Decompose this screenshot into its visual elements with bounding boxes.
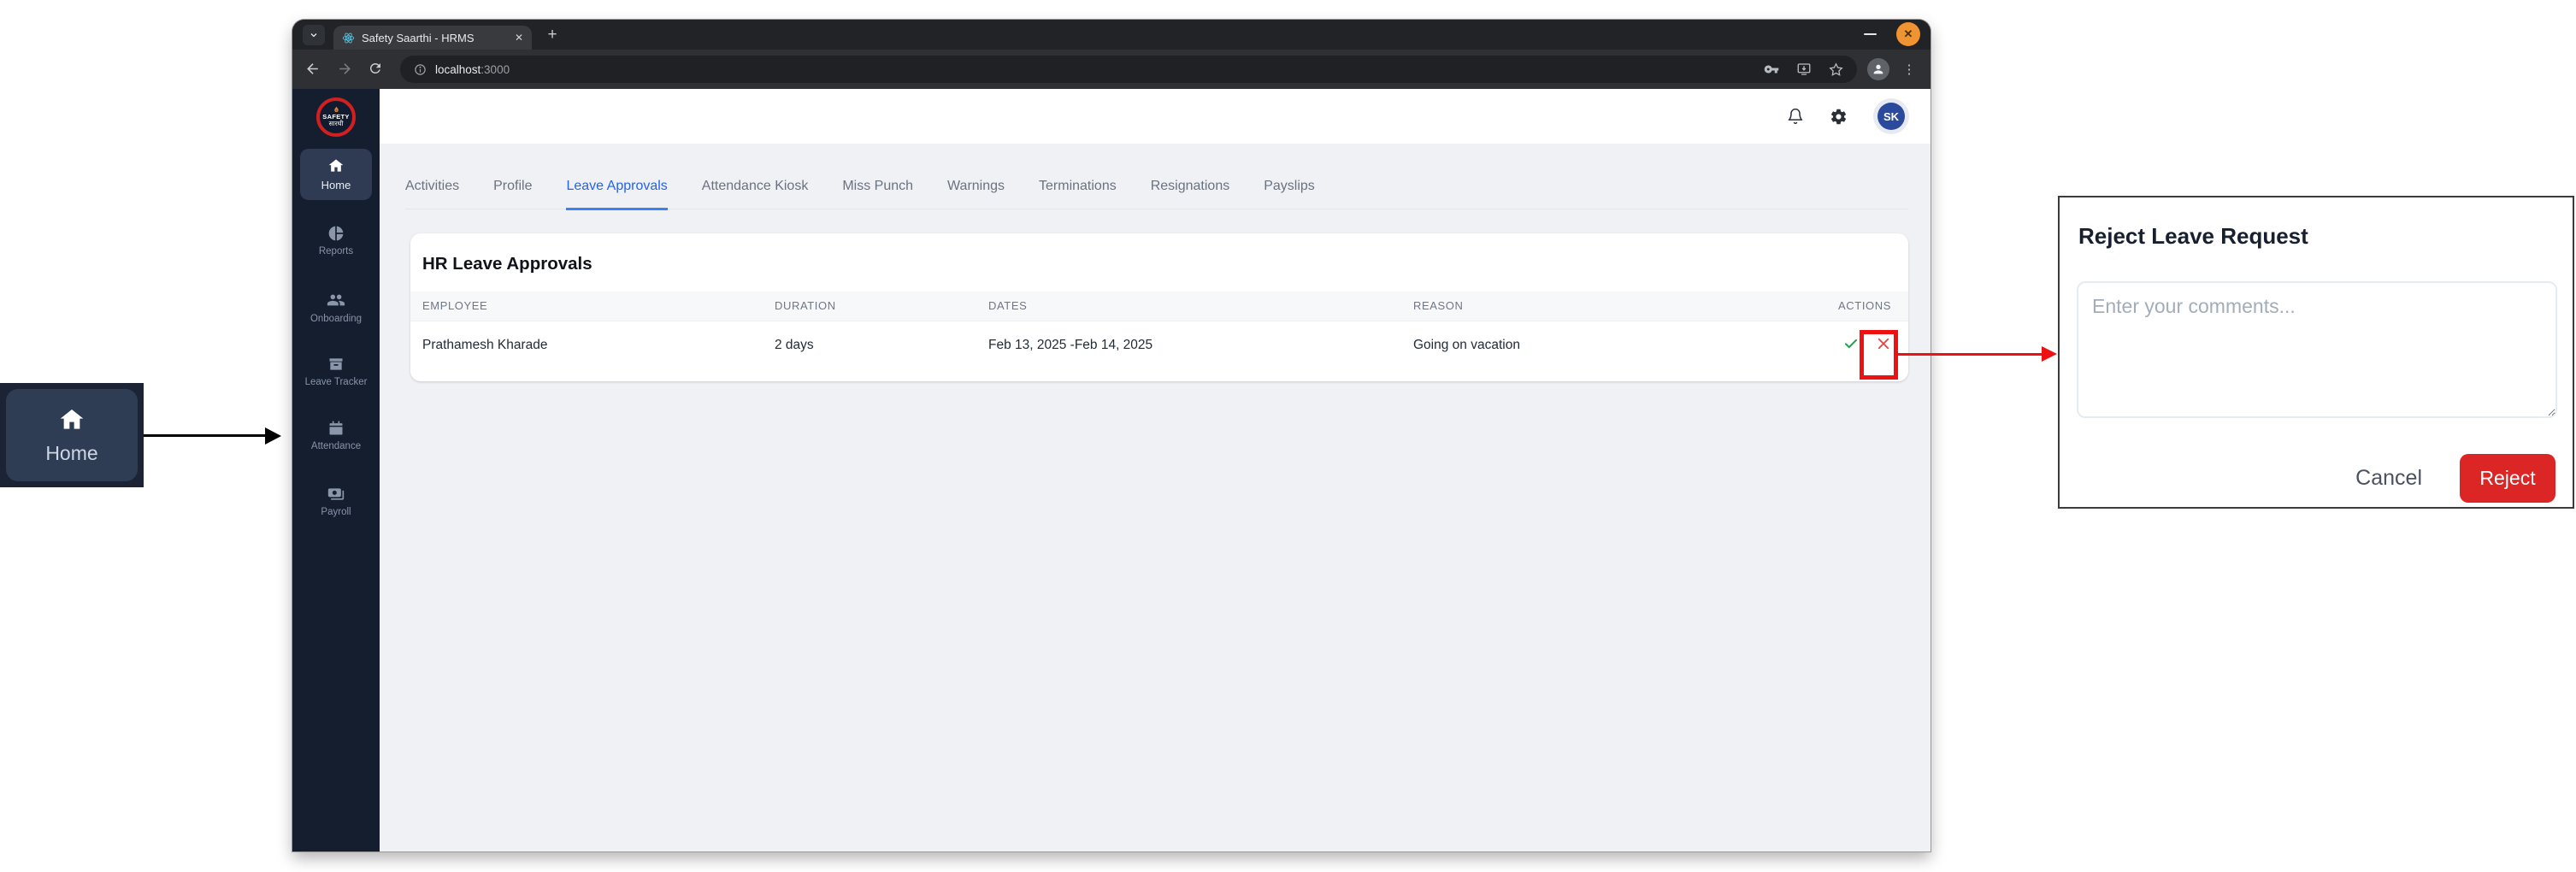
sidebar-item-home[interactable]: Home: [300, 149, 372, 200]
bookmark-star-icon[interactable]: [1829, 62, 1843, 77]
app-root: SAFETY सारथी Home Reports Onboarding: [292, 89, 1931, 851]
chevron-down-icon: [309, 30, 319, 40]
people-icon: [327, 291, 345, 309]
window-close-button[interactable]: ✕: [1896, 22, 1920, 46]
column-header-actions: ACTIONS: [1813, 292, 1908, 321]
sidebar-item-payroll[interactable]: Payroll: [292, 486, 380, 517]
gear-icon[interactable]: [1830, 108, 1848, 126]
tab-title: Safety Saarthi - HRMS: [362, 32, 508, 44]
forward-icon[interactable]: [337, 61, 353, 77]
sidebar-item-reports[interactable]: Reports: [292, 225, 380, 256]
site-info-icon[interactable]: [414, 63, 427, 76]
column-header-dates: DATES: [988, 292, 1413, 321]
sidebar-item-onboarding[interactable]: Onboarding: [292, 291, 380, 324]
logo-text-line2: सारथी: [329, 121, 344, 128]
cell-reason: Going on vacation: [1413, 321, 1813, 370]
avatar-initials: SK: [1877, 103, 1905, 130]
tab-attendance-kiosk[interactable]: Attendance Kiosk: [702, 178, 809, 209]
window-minimize-button[interactable]: [1864, 33, 1877, 35]
sidebar: SAFETY सारथी Home Reports Onboarding: [292, 89, 380, 851]
home-callout-box: Home: [6, 389, 138, 481]
cancel-button[interactable]: Cancel: [2355, 466, 2422, 491]
back-icon[interactable]: [304, 61, 321, 77]
dialog-footer: Cancel Reject: [2355, 454, 2555, 503]
calendar-icon: [327, 420, 345, 437]
browser-menu-kebab-icon[interactable]: ⋮: [1902, 58, 1916, 80]
column-header-duration: DURATION: [775, 292, 988, 321]
home-icon: [327, 157, 345, 174]
comments-textarea[interactable]: [2077, 281, 2557, 418]
avatar[interactable]: SK: [1873, 98, 1909, 134]
app-header: SK: [380, 89, 1931, 144]
sidebar-item-label: Reports: [319, 246, 353, 256]
browser-toolbar: localhost:3000 ⋮: [292, 50, 1931, 89]
password-key-icon[interactable]: [1764, 62, 1779, 77]
react-favicon-icon: [342, 32, 355, 44]
approve-check-icon[interactable]: [1843, 336, 1859, 351]
dialog-title: Reject Leave Request: [2078, 223, 2308, 250]
sidebar-item-label: Onboarding: [310, 314, 362, 324]
leave-approvals-card: HR Leave Approvals EMPLOYEE DURATION DAT…: [410, 233, 1908, 381]
annotation-arrow-line: [1898, 353, 2043, 356]
archive-box-icon: [327, 356, 345, 373]
sidebar-item-leave-tracker[interactable]: Leave Tracker: [292, 356, 380, 387]
safety-saarthi-logo: SAFETY सारथी: [316, 97, 356, 137]
home-callout: Home: [0, 383, 144, 487]
tab-resignations[interactable]: Resignations: [1151, 178, 1230, 209]
sidebar-item-label: Leave Tracker: [305, 377, 368, 387]
sidebar-item-label: Home: [321, 179, 351, 191]
url-bar[interactable]: localhost:3000: [400, 56, 1857, 83]
cash-icon: [327, 486, 345, 503]
sidebar-item-attendance[interactable]: Attendance: [292, 420, 380, 451]
cell-dates: Feb 13, 2025 -Feb 14, 2025: [988, 321, 1413, 370]
tab-profile[interactable]: Profile: [493, 178, 532, 209]
new-tab-button[interactable]: +: [542, 25, 563, 45]
leave-approvals-table: EMPLOYEE DURATION DATES REASON ACTIONS P…: [410, 292, 1908, 370]
callout-arrow-line: [144, 434, 267, 437]
sidebar-item-label: Payroll: [321, 507, 351, 517]
home-icon: [58, 406, 85, 433]
tab-close-icon[interactable]: ✕: [515, 32, 523, 43]
column-header-reason: REASON: [1413, 292, 1813, 321]
sidebar-item-label: Attendance: [311, 441, 361, 451]
table-row: Prathamesh Kharade 2 days Feb 13, 2025 -…: [410, 321, 1908, 370]
main-area: SK Activities Profile Leave Approvals At…: [380, 89, 1931, 851]
tab-leave-approvals[interactable]: Leave Approvals: [566, 178, 667, 210]
browser-profile-button[interactable]: [1867, 58, 1889, 80]
table-header-row: EMPLOYEE DURATION DATES REASON ACTIONS: [410, 292, 1908, 321]
reject-leave-dialog: Reject Leave Request Cancel Reject: [2058, 196, 2574, 509]
url-text: localhost:3000: [435, 63, 510, 76]
cell-duration: 2 days: [775, 321, 988, 370]
reload-icon[interactable]: [368, 61, 383, 76]
tab-payslips[interactable]: Payslips: [1264, 178, 1315, 209]
column-header-employee: EMPLOYEE: [410, 292, 775, 321]
browser-window: Safety Saarthi - HRMS ✕ + ✕ localhost:30…: [292, 20, 1931, 851]
reject-button[interactable]: Reject: [2460, 454, 2555, 503]
tab-warnings[interactable]: Warnings: [947, 178, 1005, 209]
home-callout-label: Home: [45, 442, 97, 465]
pie-chart-icon: [327, 225, 345, 242]
page-tabs: Activities Profile Leave Approvals Atten…: [405, 178, 1908, 209]
annotation-highlight-box: [1860, 330, 1898, 380]
person-icon: [1872, 62, 1885, 76]
install-app-icon[interactable]: [1796, 62, 1812, 77]
annotation-arrow-head: [2042, 346, 2057, 362]
tab-miss-punch[interactable]: Miss Punch: [842, 178, 913, 209]
browser-tab[interactable]: Safety Saarthi - HRMS ✕: [333, 26, 532, 50]
tab-terminations[interactable]: Terminations: [1039, 178, 1117, 209]
page-title: HR Leave Approvals: [410, 233, 1908, 292]
cell-employee: Prathamesh Kharade: [410, 321, 775, 370]
callout-arrow-head: [265, 427, 281, 445]
bell-icon[interactable]: [1787, 108, 1804, 125]
tab-activities[interactable]: Activities: [405, 178, 459, 209]
browser-tabstrip: Safety Saarthi - HRMS ✕ + ✕: [292, 20, 1931, 50]
tab-search-chevron-button[interactable]: [303, 25, 325, 45]
